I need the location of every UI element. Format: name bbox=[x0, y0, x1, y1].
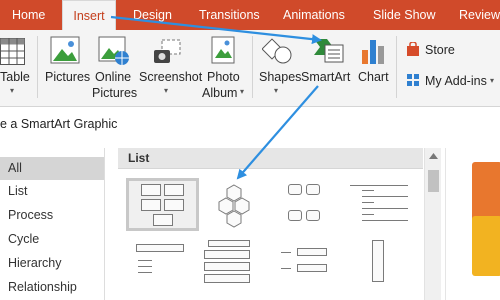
my-addins-label: My Add-ins bbox=[425, 74, 487, 88]
online-pictures-label-line2: Pictures bbox=[92, 86, 138, 100]
scroll-thumb[interactable] bbox=[428, 170, 439, 192]
table-label: Table bbox=[0, 70, 30, 84]
layout-thumb-horizontal-bullet-list[interactable] bbox=[130, 242, 188, 278]
pictures-icon bbox=[50, 36, 80, 64]
tab-insert[interactable]: Insert bbox=[62, 0, 116, 30]
layout-thumb-hexagon-cluster[interactable] bbox=[214, 184, 254, 228]
my-addins-icon bbox=[407, 74, 419, 86]
photo-album-label-line1: Photo bbox=[207, 70, 240, 84]
layout-thumb-bracket-list[interactable] bbox=[281, 246, 329, 282]
layout-thumb-vertical-box-list[interactable] bbox=[372, 240, 386, 284]
photo-album-icon bbox=[211, 36, 235, 64]
category-process[interactable]: Process bbox=[0, 204, 104, 227]
tab-slide-show[interactable]: Slide Show bbox=[373, 0, 436, 30]
store-icon bbox=[407, 42, 419, 56]
group-separator bbox=[396, 36, 397, 98]
layout-thumb-stacked-list[interactable] bbox=[204, 240, 254, 284]
screenshot-icon bbox=[154, 39, 181, 63]
ribbon-tab-bar: Home Insert Design Transitions Animation… bbox=[0, 0, 500, 30]
scroll-up-icon[interactable] bbox=[429, 153, 438, 159]
category-relationship[interactable]: Relationship bbox=[0, 276, 104, 299]
chart-label: Chart bbox=[358, 70, 389, 84]
tab-animations[interactable]: Animations bbox=[283, 0, 345, 30]
smartart-icon bbox=[314, 39, 344, 63]
chart-icon bbox=[362, 40, 384, 64]
tab-transitions[interactable]: Transitions bbox=[199, 0, 260, 30]
photo-album-label-line2: Album bbox=[202, 86, 238, 100]
chevron-down-icon: ▾ bbox=[10, 86, 15, 95]
ribbon-insert-panel: Table ▾ Pictures Online Pictures Screens… bbox=[0, 30, 500, 107]
layout-thumb-rounded-blocks[interactable] bbox=[282, 184, 326, 228]
chevron-down-icon: ▾ bbox=[274, 86, 279, 95]
tab-review[interactable]: Review bbox=[459, 0, 500, 30]
category-list-item[interactable]: List bbox=[0, 180, 104, 203]
preview-swatch-orange bbox=[472, 162, 500, 222]
dialog-title: e a SmartArt Graphic bbox=[0, 117, 118, 131]
tab-home[interactable]: Home bbox=[12, 0, 45, 30]
table-icon bbox=[0, 38, 25, 65]
store-label: Store bbox=[425, 43, 455, 57]
online-pictures-icon bbox=[98, 36, 129, 65]
preview-swatch-yellow bbox=[472, 216, 500, 276]
chevron-down-icon: ▾ bbox=[164, 86, 169, 95]
shapes-icon bbox=[262, 38, 292, 64]
chevron-down-icon: ▾ bbox=[240, 87, 245, 96]
pictures-label: Pictures bbox=[45, 70, 91, 84]
screenshot-label: Screenshot bbox=[139, 70, 203, 84]
chevron-down-icon: ▾ bbox=[490, 76, 495, 85]
shapes-label: Shapes bbox=[259, 70, 302, 84]
layout-thumb-basic-block-list[interactable] bbox=[126, 178, 199, 231]
online-pictures-label-line1: Online bbox=[95, 70, 132, 84]
layout-gallery: List bbox=[118, 148, 443, 300]
group-separator bbox=[252, 36, 253, 98]
group-separator bbox=[37, 36, 38, 98]
category-hierarchy[interactable]: Hierarchy bbox=[0, 252, 104, 275]
layout-thumb-lined-list[interactable] bbox=[350, 184, 408, 228]
category-all[interactable]: All bbox=[0, 157, 104, 180]
tab-design[interactable]: Design bbox=[133, 0, 172, 30]
category-list: All List Process Cycle Hierarchy Relatio… bbox=[0, 148, 105, 300]
category-cycle[interactable]: Cycle bbox=[0, 228, 104, 251]
gallery-section-header: List bbox=[118, 148, 423, 169]
gallery-scrollbar[interactable] bbox=[424, 148, 441, 300]
smartart-label: SmartArt bbox=[301, 70, 351, 84]
preview-pane bbox=[445, 148, 500, 300]
